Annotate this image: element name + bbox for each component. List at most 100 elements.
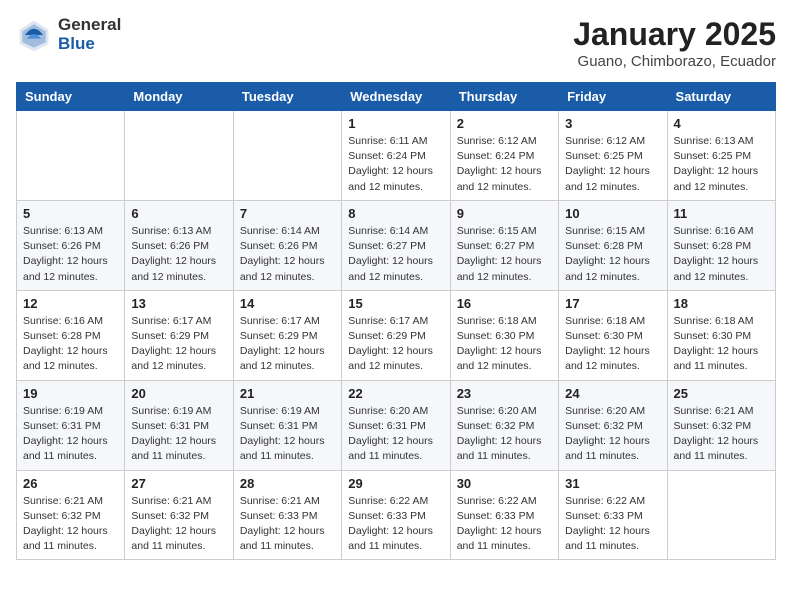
day-number: 17: [565, 296, 660, 311]
day-number: 22: [348, 386, 443, 401]
calendar-cell: 9 Sunrise: 6:15 AM Sunset: 6:27 PM Daylig…: [450, 200, 558, 290]
day-info: Sunrise: 6:22 AM Sunset: 6:33 PM Dayligh…: [348, 494, 443, 555]
day-info: Sunrise: 6:16 AM Sunset: 6:28 PM Dayligh…: [23, 314, 118, 375]
day-info: Sunrise: 6:12 AM Sunset: 6:25 PM Dayligh…: [565, 134, 660, 195]
day-info: Sunrise: 6:18 AM Sunset: 6:30 PM Dayligh…: [457, 314, 552, 375]
day-number: 31: [565, 476, 660, 491]
weekday-header-row: SundayMondayTuesdayWednesdayThursdayFrid…: [17, 83, 776, 111]
calendar-cell: [233, 111, 341, 201]
day-number: 20: [131, 386, 226, 401]
day-info: Sunrise: 6:11 AM Sunset: 6:24 PM Dayligh…: [348, 134, 443, 195]
calendar-cell: 8 Sunrise: 6:14 AM Sunset: 6:27 PM Daylig…: [342, 200, 450, 290]
day-number: 8: [348, 206, 443, 221]
calendar-cell: 18 Sunrise: 6:18 AM Sunset: 6:30 PM Dayli…: [667, 290, 775, 380]
calendar-cell: 29 Sunrise: 6:22 AM Sunset: 6:33 PM Dayli…: [342, 470, 450, 560]
calendar-week-row: 1 Sunrise: 6:11 AM Sunset: 6:24 PM Daylig…: [17, 111, 776, 201]
calendar-cell: 25 Sunrise: 6:21 AM Sunset: 6:32 PM Dayli…: [667, 380, 775, 470]
day-info: Sunrise: 6:19 AM Sunset: 6:31 PM Dayligh…: [240, 404, 335, 465]
day-number: 19: [23, 386, 118, 401]
day-info: Sunrise: 6:21 AM Sunset: 6:32 PM Dayligh…: [674, 404, 769, 465]
day-number: 5: [23, 206, 118, 221]
day-info: Sunrise: 6:21 AM Sunset: 6:32 PM Dayligh…: [131, 494, 226, 555]
day-number: 4: [674, 116, 769, 131]
calendar-cell: 31 Sunrise: 6:22 AM Sunset: 6:33 PM Dayli…: [559, 470, 667, 560]
day-number: 23: [457, 386, 552, 401]
calendar-cell: 24 Sunrise: 6:20 AM Sunset: 6:32 PM Dayli…: [559, 380, 667, 470]
day-info: Sunrise: 6:22 AM Sunset: 6:33 PM Dayligh…: [565, 494, 660, 555]
day-info: Sunrise: 6:21 AM Sunset: 6:33 PM Dayligh…: [240, 494, 335, 555]
calendar-week-row: 12 Sunrise: 6:16 AM Sunset: 6:28 PM Dayli…: [17, 290, 776, 380]
day-number: 14: [240, 296, 335, 311]
calendar-cell: [17, 111, 125, 201]
day-info: Sunrise: 6:13 AM Sunset: 6:26 PM Dayligh…: [23, 224, 118, 285]
day-number: 12: [23, 296, 118, 311]
logo: General Blue: [16, 16, 121, 53]
calendar-cell: 4 Sunrise: 6:13 AM Sunset: 6:25 PM Daylig…: [667, 111, 775, 201]
day-info: Sunrise: 6:17 AM Sunset: 6:29 PM Dayligh…: [348, 314, 443, 375]
weekday-header-sunday: Sunday: [17, 83, 125, 111]
day-info: Sunrise: 6:18 AM Sunset: 6:30 PM Dayligh…: [565, 314, 660, 375]
calendar-cell: 30 Sunrise: 6:22 AM Sunset: 6:33 PM Dayli…: [450, 470, 558, 560]
location-title: Guano, Chimborazo, Ecuador: [573, 53, 776, 70]
weekday-header-wednesday: Wednesday: [342, 83, 450, 111]
calendar-table: SundayMondayTuesdayWednesdayThursdayFrid…: [16, 82, 776, 560]
calendar-cell: 17 Sunrise: 6:18 AM Sunset: 6:30 PM Dayli…: [559, 290, 667, 380]
calendar-cell: 2 Sunrise: 6:12 AM Sunset: 6:24 PM Daylig…: [450, 111, 558, 201]
day-info: Sunrise: 6:19 AM Sunset: 6:31 PM Dayligh…: [23, 404, 118, 465]
day-number: 6: [131, 206, 226, 221]
logo-icon: [16, 17, 52, 53]
calendar-cell: 27Sunrise: 6:21 AM Sunset: 6:32 PM Dayli…: [125, 470, 233, 560]
day-info: Sunrise: 6:19 AM Sunset: 6:31 PM Dayligh…: [131, 404, 226, 465]
day-info: Sunrise: 6:14 AM Sunset: 6:26 PM Dayligh…: [240, 224, 335, 285]
calendar-week-row: 19 Sunrise: 6:19 AM Sunset: 6:31 PM Dayli…: [17, 380, 776, 470]
day-number: 21: [240, 386, 335, 401]
title-section: January 2025 Guano, Chimborazo, Ecuador: [573, 16, 776, 70]
calendar-cell: 10Sunrise: 6:15 AM Sunset: 6:28 PM Dayli…: [559, 200, 667, 290]
day-number: 9: [457, 206, 552, 221]
day-number: 18: [674, 296, 769, 311]
calendar-cell: 19 Sunrise: 6:19 AM Sunset: 6:31 PM Dayli…: [17, 380, 125, 470]
day-info: Sunrise: 6:18 AM Sunset: 6:30 PM Dayligh…: [674, 314, 769, 375]
weekday-header-monday: Monday: [125, 83, 233, 111]
day-info: Sunrise: 6:14 AM Sunset: 6:27 PM Dayligh…: [348, 224, 443, 285]
month-title: January 2025: [573, 16, 776, 53]
day-number: 29: [348, 476, 443, 491]
calendar-cell: [667, 470, 775, 560]
logo-blue: Blue: [58, 35, 121, 54]
calendar-cell: 14Sunrise: 6:17 AM Sunset: 6:29 PM Dayli…: [233, 290, 341, 380]
calendar-cell: 15Sunrise: 6:17 AM Sunset: 6:29 PM Dayli…: [342, 290, 450, 380]
day-info: Sunrise: 6:20 AM Sunset: 6:32 PM Dayligh…: [457, 404, 552, 465]
day-number: 10: [565, 206, 660, 221]
day-number: 1: [348, 116, 443, 131]
day-info: Sunrise: 6:12 AM Sunset: 6:24 PM Dayligh…: [457, 134, 552, 195]
day-info: Sunrise: 6:15 AM Sunset: 6:27 PM Dayligh…: [457, 224, 552, 285]
calendar-week-row: 26 Sunrise: 6:21 AM Sunset: 6:32 PM Dayli…: [17, 470, 776, 560]
day-number: 25: [674, 386, 769, 401]
day-number: 26: [23, 476, 118, 491]
weekday-header-thursday: Thursday: [450, 83, 558, 111]
day-info: Sunrise: 6:13 AM Sunset: 6:26 PM Dayligh…: [131, 224, 226, 285]
logo-text: General Blue: [58, 16, 121, 53]
calendar-cell: 12 Sunrise: 6:16 AM Sunset: 6:28 PM Dayli…: [17, 290, 125, 380]
day-number: 16: [457, 296, 552, 311]
calendar-cell: 22 Sunrise: 6:20 AM Sunset: 6:31 PM Dayli…: [342, 380, 450, 470]
calendar-cell: 6 Sunrise: 6:13 AM Sunset: 6:26 PM Daylig…: [125, 200, 233, 290]
day-number: 24: [565, 386, 660, 401]
day-info: Sunrise: 6:17 AM Sunset: 6:29 PM Dayligh…: [131, 314, 226, 375]
day-number: 2: [457, 116, 552, 131]
day-info: Sunrise: 6:20 AM Sunset: 6:32 PM Dayligh…: [565, 404, 660, 465]
calendar-cell: 7 Sunrise: 6:14 AM Sunset: 6:26 PM Daylig…: [233, 200, 341, 290]
day-info: Sunrise: 6:13 AM Sunset: 6:25 PM Dayligh…: [674, 134, 769, 195]
day-number: 7: [240, 206, 335, 221]
day-number: 28: [240, 476, 335, 491]
logo-general: General: [58, 16, 121, 35]
day-info: Sunrise: 6:20 AM Sunset: 6:31 PM Dayligh…: [348, 404, 443, 465]
day-info: Sunrise: 6:22 AM Sunset: 6:33 PM Dayligh…: [457, 494, 552, 555]
calendar-cell: 11Sunrise: 6:16 AM Sunset: 6:28 PM Dayli…: [667, 200, 775, 290]
day-number: 13: [131, 296, 226, 311]
day-number: 30: [457, 476, 552, 491]
calendar-cell: 1 Sunrise: 6:11 AM Sunset: 6:24 PM Daylig…: [342, 111, 450, 201]
day-number: 3: [565, 116, 660, 131]
calendar-cell: 21 Sunrise: 6:19 AM Sunset: 6:31 PM Dayli…: [233, 380, 341, 470]
page-header: General Blue January 2025 Guano, Chimbor…: [16, 16, 776, 70]
